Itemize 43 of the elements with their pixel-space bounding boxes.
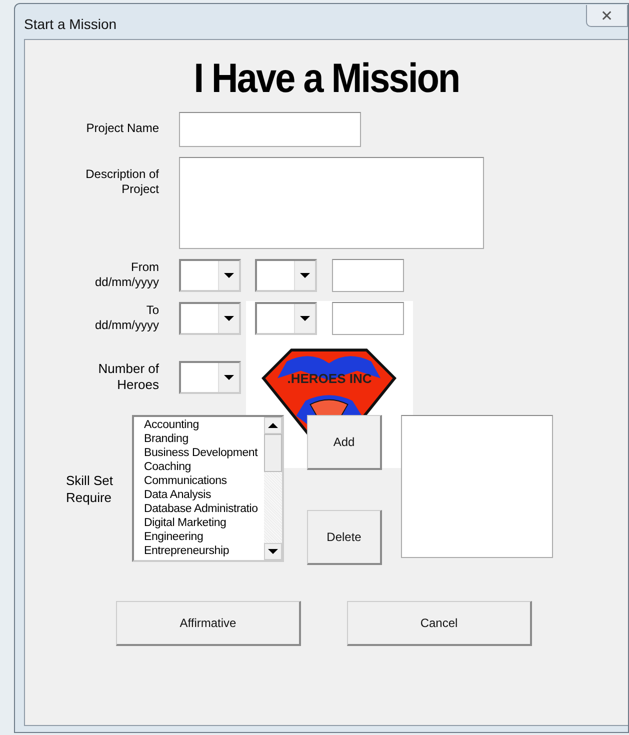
list-item[interactable]: Database Administratio (144, 502, 264, 516)
delete-button[interactable]: Delete (307, 510, 382, 565)
caret-icon (224, 273, 234, 278)
dialog-button[interactable]: Affirmative (116, 601, 301, 646)
list-item[interactable]: Data Analysis (144, 488, 264, 502)
field-label: Number of Heroes (97, 361, 159, 393)
text-area[interactable] (179, 157, 484, 249)
field-label: Skill Set Require (65, 472, 114, 507)
dropdown-field[interactable] (179, 361, 241, 394)
close-button[interactable]: ✕ (586, 5, 628, 27)
text-field[interactable] (179, 112, 361, 147)
caret-icon (300, 273, 310, 278)
field-label: From dd/mm/yyyy (94, 260, 159, 290)
caret-icon (300, 316, 310, 321)
list-item[interactable]: Entrepreneurship (144, 544, 264, 558)
text-field[interactable] (332, 302, 404, 335)
selected-skills-list[interactable] (401, 415, 553, 558)
caret-icon (224, 316, 234, 321)
list-item[interactable]: Digital Marketing (144, 516, 264, 530)
list-item[interactable]: Communications (144, 474, 264, 488)
add-button[interactable]: Add (307, 415, 382, 470)
up-arrow-icon (268, 423, 278, 428)
field-label: Project Name (85, 120, 159, 136)
caret-icon (224, 375, 234, 380)
down-arrow-icon (268, 549, 278, 554)
scroll-bar[interactable] (264, 417, 282, 560)
window-title: Start a Mission (24, 16, 117, 32)
list-item[interactable]: Business Development (144, 446, 264, 460)
dropdown-field[interactable] (179, 302, 241, 335)
list-item[interactable]: Branding (144, 432, 264, 446)
logo-text: .HEROES INC (287, 371, 372, 386)
field-label: Description of Project (84, 166, 159, 197)
form-heading: I Have a Mission (192, 54, 460, 102)
field-label: To dd/mm/yyyy (94, 303, 159, 333)
dropdown-field[interactable] (179, 259, 241, 292)
list-item[interactable]: Coaching (144, 460, 264, 474)
skills-list[interactable]: Accounting Branding Business Development Coaching Communications Data Analysis Database Administratio Digital Marketing Engineering Entrepreneurship (132, 415, 284, 562)
list-item[interactable]: Engineering (144, 530, 264, 544)
dialog-button[interactable]: Cancel (347, 601, 532, 646)
dropdown-field[interactable] (255, 259, 317, 292)
list-item[interactable]: Accounting (144, 418, 264, 432)
text-field[interactable] (332, 259, 404, 292)
dropdown-field[interactable] (255, 302, 317, 335)
